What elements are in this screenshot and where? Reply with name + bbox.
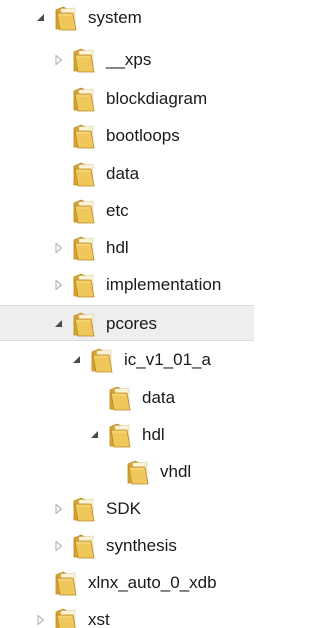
tree-item-label: bootloops bbox=[106, 126, 180, 145]
tree-item-data-nested[interactable]: data bbox=[0, 380, 254, 416]
folder-icon bbox=[72, 311, 96, 337]
expanded-arrow-icon[interactable] bbox=[34, 11, 48, 25]
tree-item-vhdl[interactable]: vhdl bbox=[0, 454, 254, 490]
tree-item-label: synthesis bbox=[106, 536, 177, 555]
tree-item-label: hdl bbox=[106, 238, 129, 257]
folder-icon bbox=[126, 459, 150, 485]
tree-item-pcores[interactable]: pcores bbox=[0, 305, 254, 341]
collapsed-arrow-icon[interactable] bbox=[34, 613, 48, 627]
tree-item-label: ic_v1_01_a bbox=[124, 350, 211, 369]
collapsed-arrow-icon[interactable] bbox=[52, 278, 66, 292]
folder-icon bbox=[72, 272, 96, 298]
collapsed-arrow-icon[interactable] bbox=[52, 539, 66, 553]
folder-icon bbox=[72, 198, 96, 224]
tree-item-label: implementation bbox=[106, 275, 222, 294]
tree-item-system[interactable]: system bbox=[0, 0, 254, 36]
collapsed-arrow-icon[interactable] bbox=[52, 502, 66, 516]
tree-item-label: etc bbox=[106, 201, 129, 220]
tree-item-synthesis[interactable]: synthesis bbox=[0, 528, 254, 564]
folder-icon bbox=[72, 533, 96, 559]
folder-icon bbox=[72, 496, 96, 522]
tree-item-label: SDK bbox=[106, 499, 141, 518]
tree-item-label: xst bbox=[88, 610, 110, 628]
folder-icon bbox=[72, 47, 96, 73]
tree-item-etc[interactable]: etc bbox=[0, 193, 254, 229]
expanded-arrow-icon[interactable] bbox=[70, 353, 84, 367]
tree-item-implementation[interactable]: implementation bbox=[0, 267, 254, 303]
folder-icon bbox=[54, 570, 78, 596]
tree-item-label: system bbox=[88, 8, 142, 27]
tree-item-blockdiagram[interactable]: blockdiagram bbox=[0, 81, 254, 117]
tree-item-bootloops[interactable]: bootloops bbox=[0, 118, 254, 154]
tree-item-ic-v1-01-a[interactable]: ic_v1_01_a bbox=[0, 342, 254, 378]
tree-item-sdk[interactable]: SDK bbox=[0, 491, 254, 527]
collapsed-arrow-icon[interactable] bbox=[52, 53, 66, 67]
tree-item-hdl-nested[interactable]: hdl bbox=[0, 417, 254, 453]
folder-icon bbox=[90, 347, 114, 373]
tree-item-label: __xps bbox=[106, 50, 152, 69]
folder-icon bbox=[72, 86, 96, 112]
tree-item-label: vhdl bbox=[160, 462, 192, 481]
folder-icon bbox=[72, 235, 96, 261]
tree-item-xst[interactable]: xst bbox=[0, 602, 254, 628]
tree-item-xlnx-auto-0-xdb[interactable]: xlnx_auto_0_xdb bbox=[0, 565, 254, 601]
folder-icon bbox=[54, 607, 78, 628]
folder-icon bbox=[72, 161, 96, 187]
tree-item-label: blockdiagram bbox=[106, 89, 208, 108]
expanded-arrow-icon[interactable] bbox=[88, 428, 102, 442]
folder-icon bbox=[108, 422, 132, 448]
tree-item-label: pcores bbox=[106, 314, 158, 333]
tree-item-label: xlnx_auto_0_xdb bbox=[88, 573, 217, 592]
tree-item-hdl[interactable]: hdl bbox=[0, 230, 254, 266]
folder-icon bbox=[54, 5, 78, 31]
folder-tree: system __xps blockdiagram bootloops data… bbox=[0, 0, 254, 628]
tree-item-label: data bbox=[142, 388, 176, 407]
tree-item-label: data bbox=[106, 164, 140, 183]
collapsed-arrow-icon[interactable] bbox=[52, 241, 66, 255]
tree-item-data[interactable]: data bbox=[0, 156, 254, 192]
expanded-arrow-icon[interactable] bbox=[52, 317, 66, 331]
folder-icon bbox=[72, 123, 96, 149]
tree-item-xps[interactable]: __xps bbox=[0, 42, 254, 78]
tree-item-label: hdl bbox=[142, 425, 165, 444]
folder-icon bbox=[108, 385, 132, 411]
